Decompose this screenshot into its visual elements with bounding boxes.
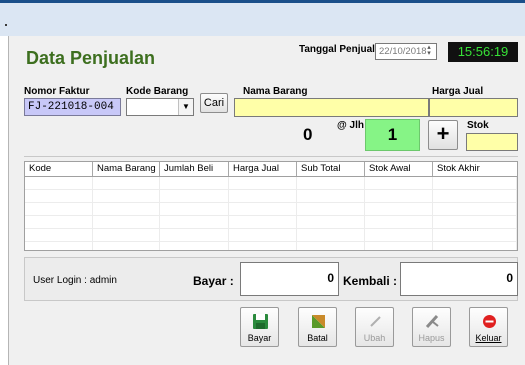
sales-table[interactable]: Kode Nama Barang Jumlah Beli Harga Jual … (24, 161, 518, 251)
nama-barang-field[interactable] (234, 98, 429, 117)
titlebar-dot (5, 24, 7, 26)
page-title: Data Penjualan (26, 48, 156, 68)
qty-current: 0 (303, 125, 313, 144)
harga-jual-label: Harga Jual (432, 86, 484, 97)
nomor-faktur-value: FJ-221018-004 (28, 101, 114, 113)
column-header[interactable]: Sub Total (297, 162, 365, 176)
date-value: 22/10/2018 (379, 46, 427, 57)
window-titlebar (0, 0, 525, 36)
table-row (25, 242, 517, 250)
bayar-button[interactable]: Bayar (240, 307, 279, 347)
bayar-field[interactable]: 0 (240, 262, 339, 296)
stok-field[interactable] (466, 133, 518, 151)
column-header[interactable]: Jumlah Beli (160, 162, 229, 176)
ubah-button-label: Ubah (363, 333, 386, 343)
jlh-field[interactable]: 1 (365, 119, 420, 151)
kembali-label: Kembali : (343, 274, 398, 288)
date-label: Tanggal Penjualan (299, 44, 387, 55)
kode-barang-select[interactable]: ▼ (126, 98, 194, 116)
table-header: Kode Nama Barang Jumlah Beli Harga Jual … (25, 162, 517, 177)
clock-display: 15:56:19 (448, 42, 518, 62)
kembali-value: 0 (506, 271, 513, 285)
bayar-value: 0 (327, 271, 334, 285)
hapus-button-label: Hapus (418, 333, 445, 343)
date-spin-icon[interactable]: ▴ ▾ (424, 44, 434, 58)
cancel-icon (312, 315, 325, 328)
jlh-value: 1 (387, 125, 398, 144)
jlh-label: @ Jlh (337, 120, 364, 131)
table-row (25, 190, 517, 203)
nama-barang-label: Nama Barang (243, 86, 308, 97)
edit-icon (370, 316, 381, 327)
table-row (25, 229, 517, 242)
table-row (25, 203, 517, 216)
stok-label: Stok (467, 120, 489, 131)
cari-button[interactable]: Cari (200, 93, 228, 113)
keluar-button[interactable]: Keluar (469, 307, 508, 347)
exit-icon (483, 315, 496, 328)
harga-jual-field[interactable] (429, 98, 518, 117)
kode-barang-label: Kode Barang (126, 86, 189, 97)
bayar-button-label: Bayar (247, 333, 272, 343)
plus-icon: + (436, 121, 450, 146)
column-header[interactable]: Harga Jual (229, 162, 297, 176)
divider (24, 156, 518, 157)
cari-label: Cari (203, 97, 225, 109)
column-header[interactable]: Kode (25, 162, 93, 176)
table-row (25, 177, 517, 190)
add-qty-button[interactable]: + (428, 120, 458, 150)
chevron-down-icon[interactable]: ▼ (178, 99, 193, 115)
batal-button[interactable]: Batal (298, 307, 337, 347)
nomor-faktur-label: Nomor Faktur (24, 86, 90, 97)
user-login-value: admin (89, 275, 117, 286)
ubah-button[interactable]: Ubah (355, 307, 394, 347)
kembali-field[interactable]: 0 (400, 262, 518, 296)
user-login-caption: User Login : (33, 275, 87, 286)
bayar-label: Bayar : (193, 274, 234, 288)
column-header[interactable]: Nama Barang (93, 162, 160, 176)
hapus-button[interactable]: Hapus (412, 307, 451, 347)
save-icon (253, 314, 268, 329)
nomor-faktur-field[interactable]: FJ-221018-004 (24, 98, 121, 116)
user-login-label: User Login : admin (33, 275, 117, 286)
delete-icon (425, 314, 439, 329)
column-header[interactable]: Stok Awal (365, 162, 433, 176)
keluar-button-label: Keluar (475, 333, 502, 343)
batal-button-label: Batal (307, 333, 328, 343)
date-picker[interactable]: 22/10/2018 ▴ ▾ (375, 43, 437, 60)
table-row (25, 216, 517, 229)
column-header[interactable]: Stok Akhir (433, 162, 517, 176)
